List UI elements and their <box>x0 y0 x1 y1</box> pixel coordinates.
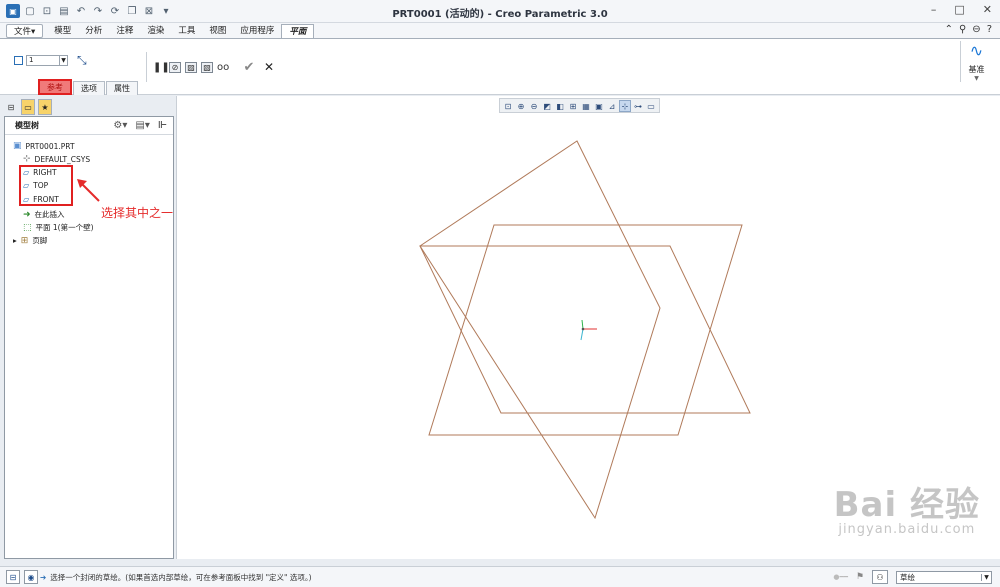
status-message-text: 选择一个封闭的草绘。(如果首选内部草绘，可在参考面板中找到 "定义" 选项。) <box>50 573 312 582</box>
collapse-ribbon-icon[interactable]: ⌃ <box>945 24 953 35</box>
favorites-icon[interactable]: ★ <box>38 99 52 115</box>
tab-file[interactable]: 文件▾ <box>6 24 44 38</box>
tab-annotate[interactable]: 注释 <box>109 24 140 38</box>
reference-select[interactable]: 1 ▼ <box>26 55 68 66</box>
regen-status-icon: ●━━ <box>833 573 848 581</box>
toggle-navigator-icon[interactable]: ⊟ <box>6 570 20 584</box>
settings-icon[interactable]: ⚙▾ <box>113 120 127 131</box>
tree-item-label: 页脚 <box>32 236 48 245</box>
community-icon[interactable]: ⊖ <box>972 24 980 35</box>
tab-analysis[interactable]: 分析 <box>78 24 109 38</box>
csys-triad-icon <box>580 319 597 341</box>
tab-references[interactable]: 参考 <box>38 79 72 95</box>
flag-icon[interactable]: ⚑ <box>856 572 864 582</box>
tree-item-label: DEFAULT_CSYS <box>34 154 91 164</box>
part-icon: ▣ <box>13 141 22 151</box>
model-tree-title: 模型树 <box>15 121 39 130</box>
filter-value: 草绘 <box>900 572 915 582</box>
datum-plane-top[interactable] <box>428 224 743 436</box>
plane-ref-icon <box>14 56 23 65</box>
folder-browser-icon[interactable]: ▭ <box>21 99 35 115</box>
glasses-icon[interactable]: oo <box>217 62 229 73</box>
minimize-icon[interactable]: – <box>931 3 937 16</box>
footer-icon: ⊞ <box>20 235 29 246</box>
cancel-x-icon[interactable]: ✕ <box>263 60 275 74</box>
tab-tools[interactable]: 工具 <box>171 24 202 38</box>
chevron-down-icon: ▼ <box>981 573 991 581</box>
tab-model[interactable]: 模型 <box>47 24 78 38</box>
csys-icon: ⊹ <box>23 154 31 164</box>
window-controls: – □ ✕ <box>931 3 992 16</box>
tab-options[interactable]: 选项 <box>73 81 105 95</box>
tab-view[interactable]: 视图 <box>202 24 233 38</box>
tab-properties[interactable]: 属性 <box>106 81 138 95</box>
tree-item-label: 平面 1(第一个壁) <box>35 223 94 232</box>
tab-plane[interactable]: 平面 <box>281 24 315 38</box>
close-icon[interactable]: ✕ <box>983 3 992 16</box>
reference-collector: 1 ▼ ⤡ <box>14 53 87 68</box>
baidu-watermark: Bai 经验 jingyan.baidu.com <box>834 477 980 537</box>
model-tree-panel: 模型树 ⚙▾ ▤▾ ⊩ ▣ PRT0001.PRT ⊹ DEFAULT_CSYS… <box>4 116 174 559</box>
annotation-text: 选择其中之一 <box>101 206 174 220</box>
flip-direction-icon[interactable]: ⤡ <box>77 53 87 68</box>
model-tree-header: 模型树 ⚙▾ ▤▾ ⊩ <box>5 117 173 135</box>
selection-filter[interactable]: 草绘 ▼ <box>896 570 992 584</box>
insert-arrow-icon: ➜ <box>23 209 31 220</box>
status-message: ➔ 选择一个封闭的草绘。(如果首选内部草绘，可在参考面板中找到 "定义" 选项。… <box>40 572 312 583</box>
model-tree-tab-icon[interactable]: ⊟ <box>4 99 18 115</box>
ribbon-dashboard: 1 ▼ ⤡ 参考 选项 属性 ❚❚ ⊘ ▨ ▧ oo ✔ ✕ ∿ 基准 ▼ <box>0 38 1000 95</box>
chevron-down-icon: ▼ <box>974 75 979 82</box>
tree-item-label: 在此插入 <box>34 210 65 219</box>
datum-label: 基准 <box>968 65 985 74</box>
annotation-arrow-icon <box>77 179 100 202</box>
watermark-brand: Bai 经验 <box>833 485 980 525</box>
dashboard-subtabs: 参考 选项 属性 <box>38 79 139 95</box>
window-title: PRT0001 (活动的) - Creo Parametric 3.0 <box>392 9 608 20</box>
ribbon-tabs: 文件▾ 模型 分析 注释 渲染 工具 视图 应用程序 平面 ⌃ ⚲ ⊖ ? <box>0 23 1000 38</box>
help-icon[interactable]: ? <box>987 24 992 35</box>
tab-render[interactable]: 渲染 <box>140 24 171 38</box>
status-bar: ⊟ ◉ ➔ 选择一个封闭的草绘。(如果首选内部草绘，可在参考面板中找到 "定义"… <box>0 566 1000 587</box>
chevron-down-icon: ▼ <box>59 56 67 65</box>
verify-icon[interactable]: ▧ <box>201 61 213 73</box>
message-arrow-icon: ➔ <box>40 573 47 582</box>
tab-applications[interactable]: 应用程序 <box>233 24 281 38</box>
watermark-url: jingyan.baidu.com <box>838 522 976 537</box>
find-icon[interactable]: ⚇ <box>872 570 888 584</box>
ok-check-icon[interactable]: ✔ <box>243 60 255 75</box>
datum-plane-right[interactable] <box>419 140 661 520</box>
graphics-window[interactable]: ⊡ ⊕ ⊖ ◩ ◧ ⊞ ▦ ▣ ⊿ ⊹ ⊶ ▭ Bai 经验 jingyan.b… <box>176 96 1000 559</box>
dashboard-controls: ❚❚ ⊘ ▨ ▧ oo ✔ ✕ <box>146 52 275 82</box>
toggle-browser-icon[interactable]: ◉ <box>24 570 38 584</box>
title-bar: ▣ ▢ ⊡ ▤ ↶ ↷ ⟳ ❐ ⊠ ▾ PRT0001 (活动的) - Creo… <box>0 0 1000 23</box>
pause-icon[interactable]: ❚❚ <box>153 62 170 73</box>
tree-root[interactable]: ▣ PRT0001.PRT <box>13 141 75 151</box>
show-icon[interactable]: ▤▾ <box>135 120 149 131</box>
filter-icon[interactable]: ⊩ <box>158 120 167 131</box>
search-icon[interactable]: ⚲ <box>959 24 966 35</box>
tree-item-footer[interactable]: ▸ ⊞ 页脚 <box>13 235 47 246</box>
tree-root-label: PRT0001.PRT <box>25 141 75 151</box>
help-icons: ⌃ ⚲ ⊖ ? <box>945 24 992 35</box>
plane-feature-icon: ⬚ <box>23 222 32 233</box>
datum-curve-icon: ∿ <box>969 41 984 60</box>
no-preview-icon[interactable]: ⊘ <box>169 61 181 73</box>
reference-value: 1 <box>29 56 34 64</box>
expand-icon[interactable]: ▸ <box>13 236 17 245</box>
navigator-tabs: ⊟ ▭ ★ <box>4 99 52 115</box>
tree-item-default-csys[interactable]: ⊹ DEFAULT_CSYS <box>23 154 90 164</box>
maximize-icon[interactable]: □ <box>954 3 964 16</box>
tree-item-plane-1[interactable]: ⬚ 平面 1(第一个壁) <box>23 222 94 233</box>
preview-icon[interactable]: ▨ <box>185 61 197 73</box>
highlight-box <box>19 165 73 206</box>
tree-item-insert-here[interactable]: ➜ 在此插入 <box>23 209 65 220</box>
datum-group[interactable]: ∿ 基准 ▼ <box>960 41 988 82</box>
